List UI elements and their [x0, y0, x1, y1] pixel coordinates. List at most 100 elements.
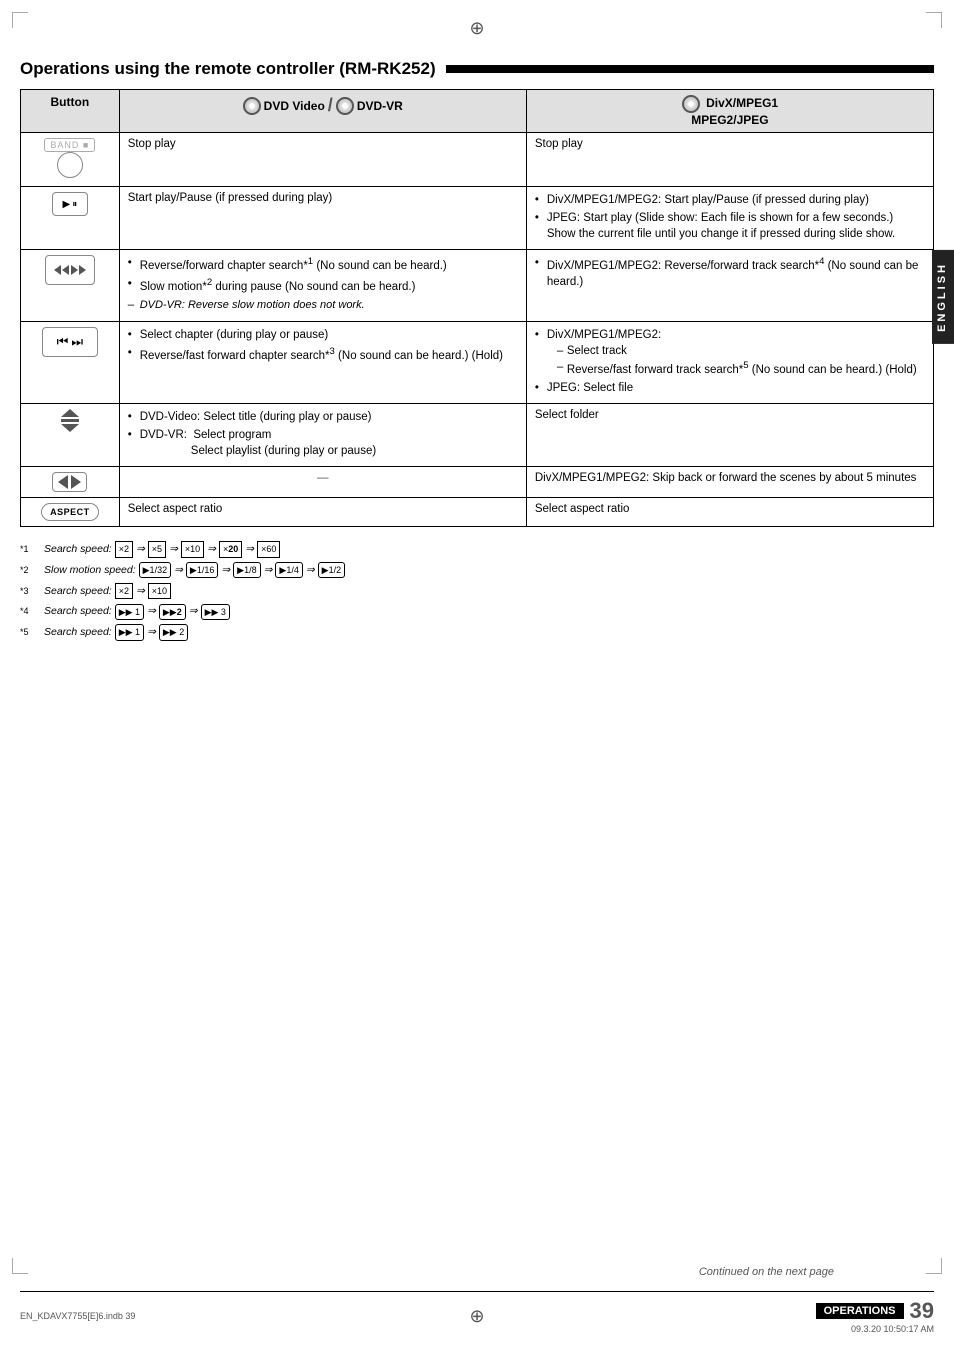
list-item: DVD-Video: Select title (during play or … — [128, 409, 518, 425]
tri-r2 — [79, 265, 86, 275]
fn-text: Search speed: — [44, 603, 112, 620]
fn-text: Search speed: — [44, 624, 112, 641]
divx-cell-eject: Select folder — [526, 403, 933, 466]
fn-content-3: Search speed: ×2 ⇒ ×10 — [44, 583, 171, 600]
speed-x60: ×60 — [257, 541, 280, 557]
playpause-divx-list: DivX/MPEG1/MPEG2: Start play/Pause (if p… — [535, 192, 925, 242]
aspect-divx-text: Select aspect ratio — [535, 503, 630, 515]
fn-marker-4: *4 — [20, 604, 40, 618]
dvd-cell-chapter: Select chapter (during play or pause) Re… — [119, 321, 526, 403]
chapter-right-icon: ⏭ — [71, 334, 83, 350]
speed-x2: ×2 — [115, 541, 133, 557]
play-icon: ▶ — [62, 199, 70, 210]
chapter-divx-list: DivX/MPEG1/MPEG2: Select track Reverse/f… — [535, 327, 925, 396]
list-item: DivX/MPEG1/MPEG2: Select track Reverse/f… — [535, 327, 925, 378]
arrow: ⇒ — [174, 562, 183, 579]
arrow: ⇒ — [306, 562, 315, 579]
divx-disc-icon — [682, 95, 700, 113]
footnote-2: *2 Slow motion speed: ▶1/32 ⇒ ▶1/16 ⇒ ▶1… — [20, 562, 934, 579]
dvd-cell-eject: DVD-Video: Select title (during play or … — [119, 403, 526, 466]
top-mark: ⊕ — [20, 18, 934, 39]
button-cell-playpause: ▶ ⏸ — [21, 187, 120, 250]
ops-badge: OPERATIONS 39 — [816, 1298, 934, 1324]
list-item: DivX/MPEG1/MPEG2: Start play/Pause (if p… — [535, 192, 925, 208]
nav-btn — [52, 472, 87, 492]
footnote-3: *3 Search speed: ×2 ⇒ ×10 — [20, 583, 934, 600]
arrow1: ⇒ — [136, 541, 145, 558]
stop-play-divx: Stop play — [535, 138, 583, 150]
dvd-vr-label: DVD-VR — [357, 99, 403, 113]
speed-x20: ×20 — [219, 541, 242, 557]
footer-center: ⊕ — [325, 1306, 630, 1327]
page-number: 39 — [910, 1298, 934, 1324]
divx-header-label: DivX/MPEG1 MPEG2/JPEG — [535, 95, 925, 127]
arrow2: ⇒ — [169, 541, 178, 558]
stop-play-dvd: Stop play — [128, 138, 176, 150]
page-footer: EN_KDAVX7755[E]6.indb 39 ⊕ OPERATIONS 39… — [20, 1291, 934, 1334]
button-cell-search — [21, 250, 120, 321]
dvd-cell-playpause: Start play/Pause (if pressed during play… — [119, 187, 526, 250]
list-item: Slow motion*2 during pause (No sound can… — [128, 276, 518, 295]
dvd-cell-nav: — — [119, 467, 526, 498]
ff-2: ▶▶ 2 — [159, 604, 186, 620]
select-folder-text: Select folder — [535, 409, 599, 421]
dvd-disc-icon1 — [243, 97, 261, 115]
list-item: DVD-VR: Select program Select playlist (… — [128, 427, 518, 459]
list-item: JPEG: Select file — [535, 380, 925, 396]
sub-item: Reverse/fast forward track search*5 (No … — [547, 359, 925, 378]
eject-line — [61, 419, 79, 422]
dbl-right — [71, 265, 86, 275]
compass-icon: ⊕ — [469, 18, 484, 39]
divx-cell-playpause: DivX/MPEG1/MPEG2: Start play/Pause (if p… — [526, 187, 933, 250]
section-title: Operations using the remote controller (… — [20, 59, 934, 79]
corner-bl — [12, 1258, 28, 1274]
arrow: ⇒ — [264, 562, 273, 579]
chapter-btn: ⏮ ⏭ — [42, 327, 98, 357]
tri-right-icon — [71, 475, 81, 489]
arrow3: ⇒ — [207, 541, 216, 558]
sm-1-32: ▶1/32 — [139, 562, 171, 578]
fn-text: Search speed: — [44, 583, 112, 600]
table-row: DVD-Video: Select title (during play or … — [21, 403, 934, 466]
button-cell-band: BAND ■ — [21, 133, 120, 187]
list-item: Reverse/fast forward chapter search*3 (N… — [128, 345, 518, 364]
chapter-left-icon: ⏮ — [57, 334, 69, 350]
list-item: DivX/MPEG1/MPEG2: Reverse/forward track … — [535, 255, 925, 290]
stop-circle-btn — [57, 152, 83, 178]
fn-content-4: Search speed: ▶▶ 1 ⇒ ▶▶ 2 ⇒ ▶▶ 3 — [44, 603, 230, 620]
table-row: Reverse/forward chapter search*1 (No sou… — [21, 250, 934, 321]
skip-scenes-text: DivX/MPEG1/MPEG2: Skip back or forward t… — [535, 472, 917, 484]
dvd-cell-search: Reverse/forward chapter search*1 (No sou… — [119, 250, 526, 321]
speed-x10-b: ×10 — [148, 583, 171, 599]
fn-text: Search speed: — [44, 541, 112, 558]
continued-text: Continued on the next page — [699, 1266, 834, 1278]
sm-1-16: ▶1/16 — [186, 562, 218, 578]
arrow: ⇒ — [221, 562, 230, 579]
dash-text: — — [317, 472, 329, 484]
title-text: Operations using the remote controller (… — [20, 59, 436, 79]
english-label: ENGLISH — [936, 262, 948, 332]
aspect-btn: ASPECT — [41, 503, 99, 521]
tri-left-icon — [58, 475, 68, 489]
footnote-4: *4 Search speed: ▶▶ 1 ⇒ ▶▶ 2 ⇒ ▶▶ 3 — [20, 603, 934, 620]
fn-marker-1: *1 — [20, 542, 40, 556]
mpeg2-label: MPEG2/JPEG — [691, 113, 768, 127]
pause-icon: ⏸ — [72, 199, 77, 210]
divx-cell-search: DivX/MPEG1/MPEG2: Reverse/forward track … — [526, 250, 933, 321]
tri-l1 — [54, 265, 61, 275]
dvd-disc-icon2 — [336, 97, 354, 115]
fn-marker-2: *2 — [20, 563, 40, 577]
eject-btn — [56, 409, 84, 432]
table-row: ⏮ ⏭ Select chapter (during play or pause… — [21, 321, 934, 403]
corner-br — [926, 1258, 942, 1274]
footer-right: OPERATIONS 39 09.3.20 10:50:17 AM — [629, 1298, 934, 1334]
speed-x5: ×5 — [148, 541, 166, 557]
divx-label: DivX/MPEG1 — [706, 96, 778, 110]
dvd-header-label: DVD Video / DVD-VR — [128, 95, 518, 116]
table-row: ASPECT Select aspect ratio Select aspect… — [21, 498, 934, 527]
sm-1-2: ▶1/2 — [318, 562, 345, 578]
dvd-vr-note: DVD-VR: Reverse slow motion does not wor… — [140, 299, 365, 311]
fn-content-2: Slow motion speed: ▶1/32 ⇒ ▶1/16 ⇒ ▶1/8 … — [44, 562, 345, 579]
table-row: ▶ ⏸ Start play/Pause (if pressed during … — [21, 187, 934, 250]
fn-marker-3: *3 — [20, 584, 40, 598]
